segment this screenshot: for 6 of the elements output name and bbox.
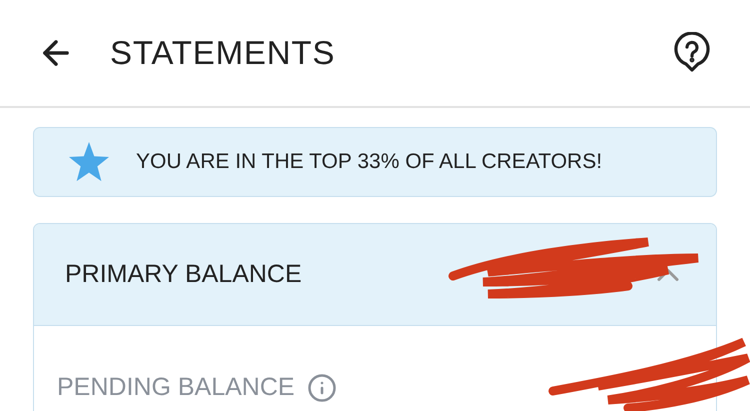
- star-icon: [68, 142, 110, 182]
- page-title: STATEMENTS: [110, 33, 336, 74]
- banner-text: YOU ARE IN THE TOP 33% OF ALL CREATORS!: [136, 149, 602, 176]
- info-icon: [306, 372, 337, 403]
- pending-balance-label: PENDING BALANCE: [57, 372, 295, 403]
- help-icon: [672, 32, 712, 74]
